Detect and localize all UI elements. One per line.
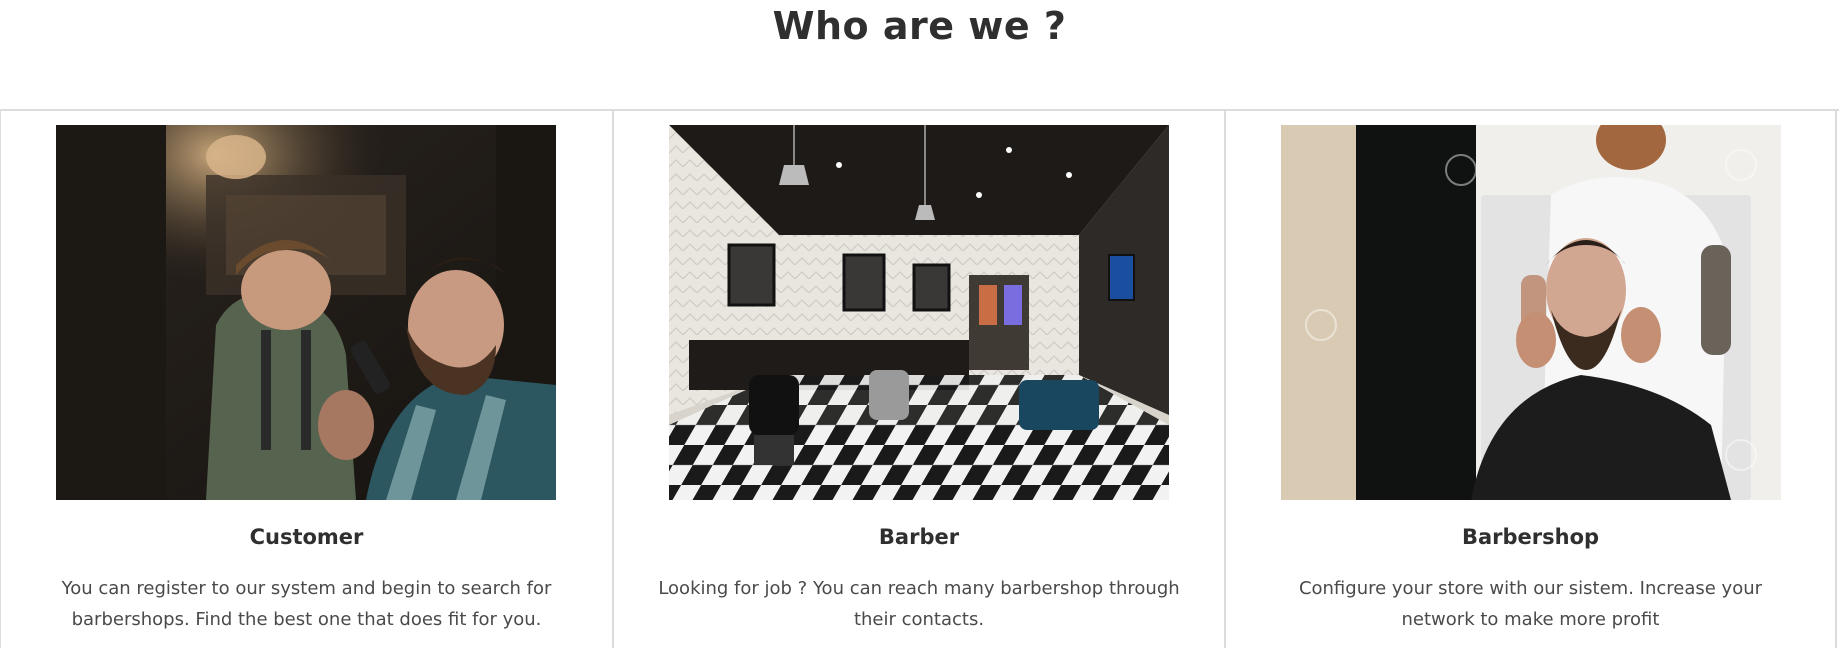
barber-photo	[669, 125, 1169, 500]
card-barber: Barber Looking for job ? You can reach m…	[612, 111, 1224, 648]
card-text-customer: You can register to our system and begin…	[61, 578, 552, 630]
barbershop-photo-illustration	[1281, 125, 1781, 500]
card-title-barbershop: Barbershop	[1461, 525, 1600, 549]
card-customer: Customer You can register to our system …	[0, 111, 612, 648]
section-title: Who are we ?	[772, 4, 1067, 48]
customer-photo	[56, 125, 556, 500]
card-title-customer: Customer	[249, 525, 364, 549]
page: Who are we ? Customer You can register t…	[0, 0, 1839, 648]
card-text-barber: Looking for job ? You can reach many bar…	[658, 578, 1180, 630]
card-text-barbershop: Configure your store with our sistem. In…	[1298, 578, 1763, 630]
card-title-barber: Barber	[878, 525, 960, 549]
customer-photo-illustration	[56, 125, 556, 500]
card-barbershop: Barbershop Configure your store with our…	[1224, 111, 1837, 648]
barber-photo-illustration	[669, 125, 1169, 500]
barbershop-photo	[1281, 125, 1781, 500]
cards-row: Customer You can register to our system …	[0, 109, 1839, 648]
